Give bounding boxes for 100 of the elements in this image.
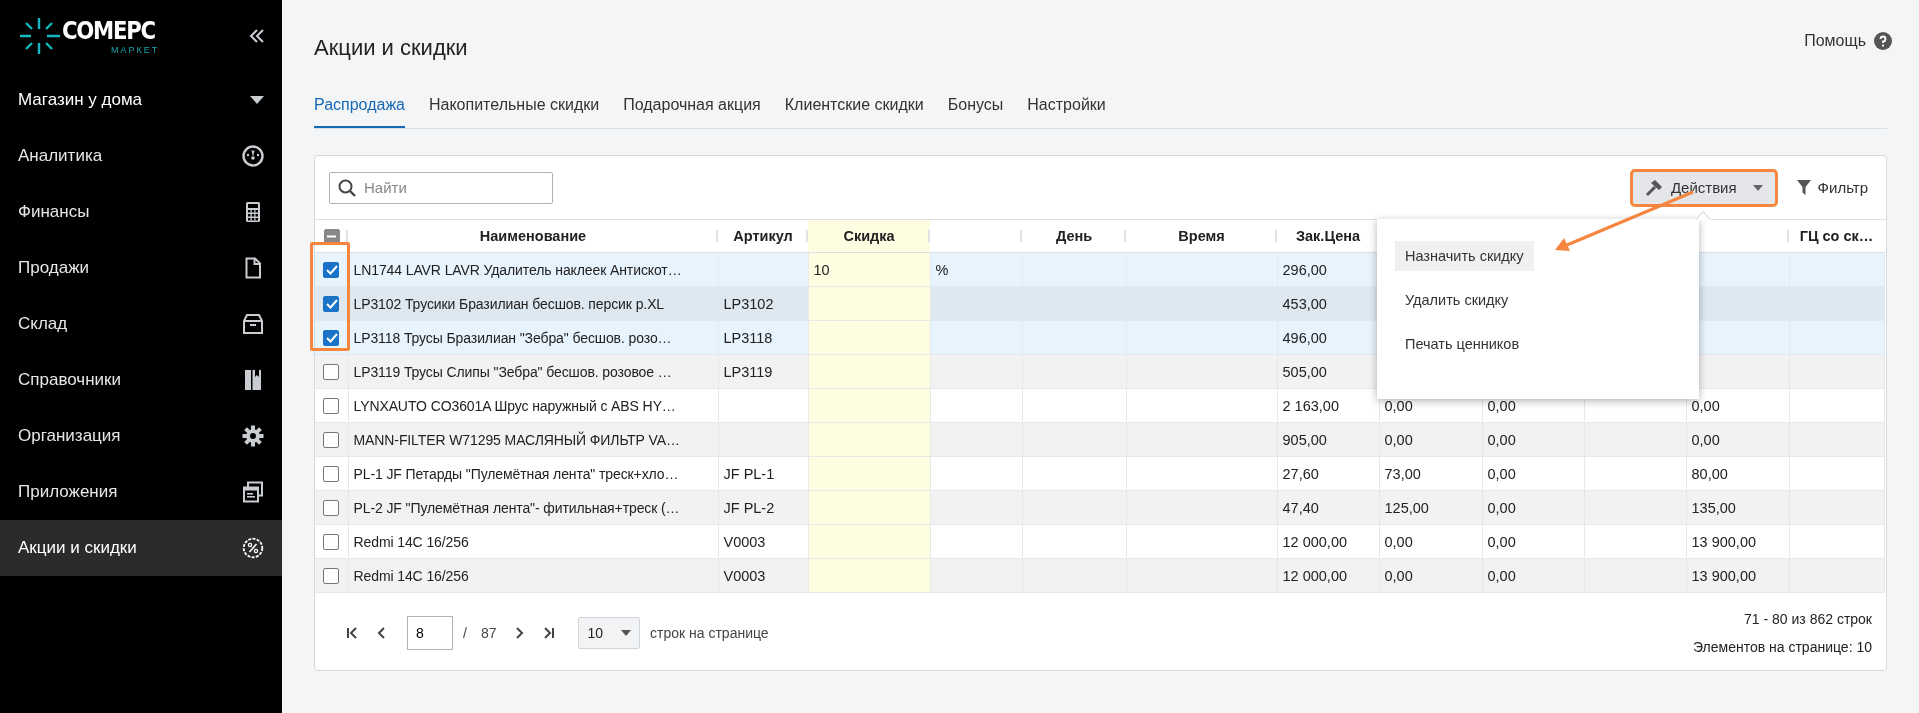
table-cell: 0,00 bbox=[1384, 397, 1413, 414]
row-checkbox[interactable] bbox=[323, 432, 340, 449]
column-header[interactable]: Время bbox=[1178, 228, 1225, 244]
table-cell: 47,40 bbox=[1282, 499, 1319, 516]
sidebar-item[interactable]: Склад bbox=[0, 296, 282, 352]
table-cell: LP3119 bbox=[723, 363, 773, 380]
help-link[interactable]: Помощь bbox=[1804, 32, 1892, 50]
table-cell: 0,00 bbox=[1691, 431, 1720, 448]
first-page-icon[interactable] bbox=[346, 627, 358, 639]
sidebar-item[interactable]: Справочники bbox=[0, 352, 282, 408]
table-cell: 27,60 bbox=[1282, 465, 1319, 482]
tab[interactable]: Подарочная акция bbox=[623, 96, 761, 128]
actions-button[interactable]: Действия bbox=[1632, 171, 1775, 204]
filter-button[interactable]: Фильтр bbox=[1796, 179, 1868, 196]
collapse-icon[interactable] bbox=[248, 27, 266, 45]
row-checkbox[interactable] bbox=[323, 296, 340, 313]
table-cell: LP3102 Трусики Бразилиан бесшов. персик р.XL bbox=[353, 295, 665, 312]
column-header[interactable]: День bbox=[1055, 228, 1093, 244]
tab[interactable]: Распродажа bbox=[314, 96, 405, 128]
sidebar-item[interactable]: Акции и скидки bbox=[0, 520, 282, 576]
tab[interactable]: Настройки bbox=[1027, 96, 1106, 128]
brand-subtitle: МАРКЕТ bbox=[111, 44, 160, 55]
page-size-select[interactable]: 10 bbox=[578, 617, 641, 649]
page-size-label: строк на странице bbox=[650, 625, 769, 641]
row-checkbox[interactable] bbox=[323, 330, 340, 347]
tab[interactable]: Клиентские скидки bbox=[784, 96, 924, 128]
table-cell: 12 000,00 bbox=[1282, 533, 1347, 550]
next-page-icon[interactable] bbox=[513, 627, 526, 639]
table-cell: Redmi 14C 16/256 bbox=[353, 533, 469, 550]
table-cell: 0,00 bbox=[1691, 397, 1720, 414]
column-header[interactable]: ГЦ со ск… bbox=[1799, 228, 1874, 244]
tab[interactable]: Бонусы bbox=[947, 96, 1004, 128]
table-cell: PL-1 JF Петарды "Пулемётная лента" треск+хло… bbox=[353, 465, 679, 482]
page-input[interactable]: 8 bbox=[407, 616, 453, 650]
table-cell: 505,00 bbox=[1282, 363, 1327, 380]
sidebar-item[interactable]: Организация bbox=[0, 408, 282, 464]
table-cell: V0003 bbox=[723, 533, 766, 550]
checkmark-icon bbox=[324, 297, 338, 311]
previous-page-icon[interactable] bbox=[376, 627, 388, 639]
caret-icon bbox=[250, 95, 264, 105]
store-name: Магазин у дома bbox=[18, 90, 143, 110]
caret-icon bbox=[621, 630, 632, 636]
row-checkbox[interactable] bbox=[323, 500, 340, 517]
search-field[interactable]: Найти bbox=[329, 171, 553, 204]
row-checkbox[interactable] bbox=[323, 568, 340, 585]
table-cell: 496,00 bbox=[1282, 329, 1327, 346]
table-cell: LP3102 bbox=[723, 295, 774, 312]
table-cell: 0,00 bbox=[1384, 533, 1413, 550]
column-header[interactable]: Зак.Цена bbox=[1295, 228, 1361, 244]
table-cell: 453,00 bbox=[1282, 295, 1327, 312]
row-checkbox[interactable] bbox=[323, 534, 340, 551]
table-cell: 73,00 bbox=[1384, 465, 1421, 482]
windows-icon bbox=[242, 481, 264, 503]
last-page-icon[interactable] bbox=[543, 627, 556, 639]
sidebar-item[interactable]: Аналитика bbox=[0, 128, 282, 184]
menu-item[interactable]: Назначить скидку bbox=[1395, 241, 1534, 271]
table-cell: Redmi 14C 16/256 bbox=[353, 567, 469, 584]
table-cell: PL-2 JF "Пулемётная лента"- фитильная+треск (… bbox=[353, 499, 680, 516]
sidebar-item[interactable]: Финансы bbox=[0, 184, 282, 240]
row-checkbox[interactable] bbox=[323, 466, 340, 483]
column-header[interactable]: Артикул bbox=[733, 228, 793, 244]
sidebar-item[interactable]: Приложения bbox=[0, 464, 282, 520]
row-checkbox[interactable] bbox=[323, 398, 340, 415]
column-header[interactable]: Наименование bbox=[479, 228, 587, 244]
total-pages: 87 bbox=[480, 625, 497, 641]
table-cell: 0,00 bbox=[1487, 397, 1516, 414]
table-cell: 135,00 bbox=[1691, 499, 1736, 516]
page-title: Акции и скидки bbox=[314, 35, 468, 61]
row-range: 71 - 80 из 862 строк bbox=[1744, 611, 1872, 627]
table-cell: 0,00 bbox=[1487, 465, 1516, 482]
sidebar-item[interactable]: Продажи bbox=[0, 240, 282, 296]
row-checkbox[interactable] bbox=[323, 262, 340, 279]
brand-name: COMEPC bbox=[62, 17, 155, 44]
table-cell: 125,00 bbox=[1384, 499, 1429, 516]
box-icon bbox=[242, 313, 264, 335]
table-cell: 0,00 bbox=[1384, 567, 1413, 584]
table-cell: JF PL-2 bbox=[723, 499, 775, 516]
gauge-icon bbox=[242, 145, 264, 167]
book-icon bbox=[242, 369, 264, 391]
checkmark-icon bbox=[324, 263, 338, 277]
page-separator: / bbox=[463, 625, 467, 641]
menu-item[interactable]: Печать ценников bbox=[1395, 329, 1530, 359]
caret-icon bbox=[1752, 184, 1763, 191]
table-cell: 80,00 bbox=[1691, 465, 1728, 482]
table-cell: LP3119 Трусы Слипы "Зебра" бесшов. розовое … bbox=[353, 363, 672, 380]
gear-icon bbox=[242, 425, 264, 447]
checkmark-icon bbox=[324, 331, 338, 345]
store-selector[interactable]: Магазин у дома bbox=[0, 72, 282, 128]
hammer-icon bbox=[1644, 178, 1663, 197]
table-cell: 13 900,00 bbox=[1691, 533, 1756, 550]
table-cell: JF PL-1 bbox=[723, 465, 775, 482]
help-icon bbox=[1874, 32, 1892, 50]
table-cell: 13 900,00 bbox=[1691, 567, 1756, 584]
table-cell: LYNXAUTO CO3601A Шрус наружный с ABS HY… bbox=[353, 397, 676, 414]
table-cell: V0003 bbox=[723, 567, 766, 584]
filter-icon bbox=[1796, 180, 1811, 195]
row-checkbox[interactable] bbox=[323, 364, 340, 381]
tab[interactable]: Накопительные скидки bbox=[429, 96, 600, 128]
table-cell: LP3118 bbox=[723, 329, 773, 346]
menu-item[interactable]: Удалить скидку bbox=[1395, 285, 1519, 315]
